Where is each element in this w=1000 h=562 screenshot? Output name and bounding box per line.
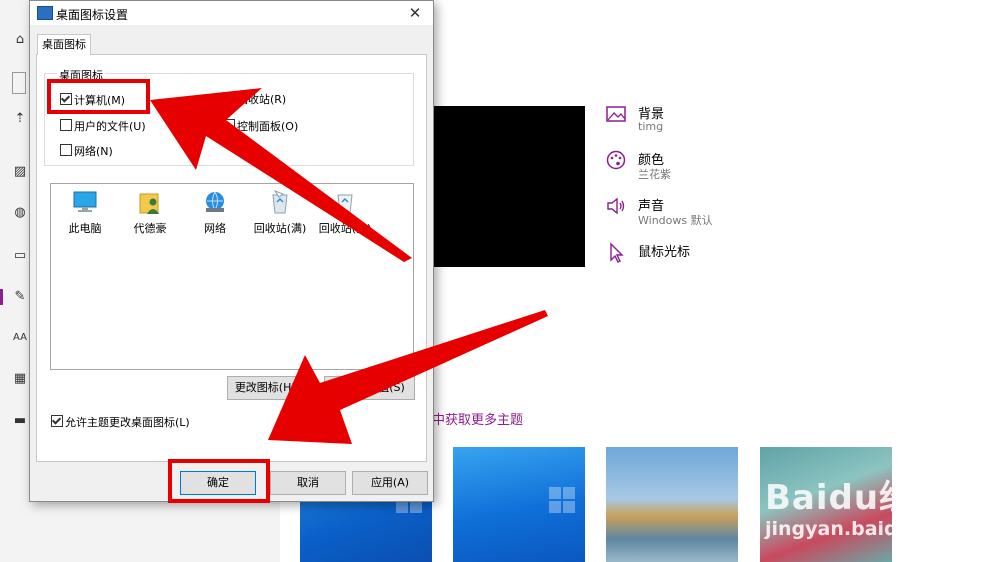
annotation-arrow-upper bbox=[150, 88, 412, 262]
annotation-arrow-lower bbox=[268, 310, 548, 444]
tab-desktop-icons[interactable]: 桌面图标 bbox=[37, 34, 91, 55]
annotation-arrows bbox=[150, 88, 548, 444]
